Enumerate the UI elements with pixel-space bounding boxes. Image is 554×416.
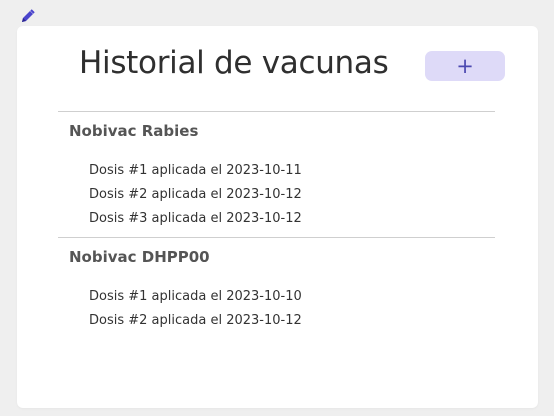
dose-entry: Dosis #3 aplicada el 2023-10-12 <box>89 211 302 226</box>
vaccine-history-card: Historial de vacunas + Nobivac Rabies Do… <box>17 26 538 408</box>
dose-entry: Dosis #2 aplicada el 2023-10-12 <box>89 313 302 328</box>
dose-entry: Dosis #1 aplicada el 2023-10-11 <box>89 163 302 178</box>
dose-entry: Dosis #2 aplicada el 2023-10-12 <box>89 187 302 202</box>
vaccine-name: Nobivac DHPP00 <box>69 248 210 266</box>
page-title: Historial de vacunas <box>79 45 389 81</box>
pencil-icon[interactable] <box>20 8 36 24</box>
divider <box>58 237 495 238</box>
dose-entry: Dosis #1 aplicada el 2023-10-10 <box>89 289 302 304</box>
add-vaccine-button[interactable]: + <box>425 51 505 81</box>
divider <box>58 111 495 112</box>
vaccine-name: Nobivac Rabies <box>69 122 199 140</box>
